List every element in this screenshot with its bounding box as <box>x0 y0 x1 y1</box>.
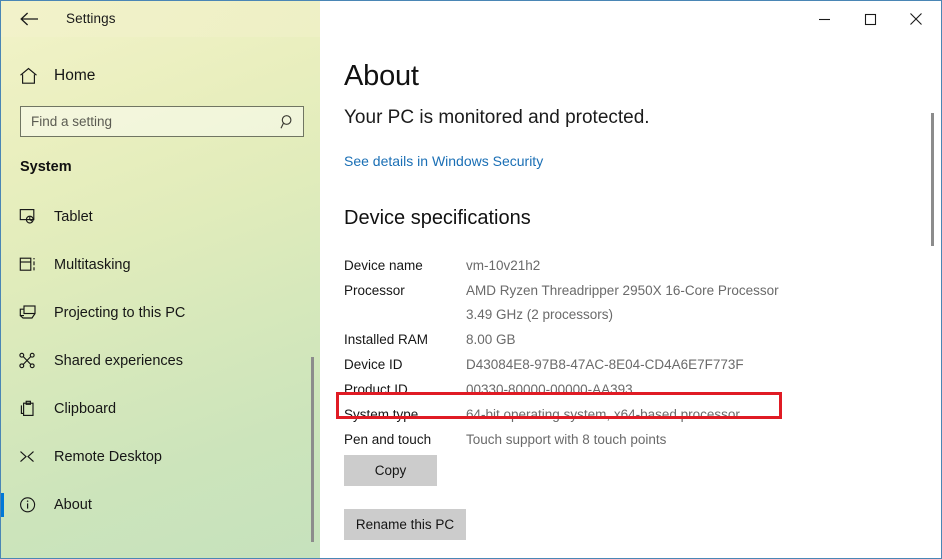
sidebar: Home System Tablet <box>1 37 320 558</box>
page-title: About <box>344 60 419 92</box>
table-row: Pen and touch Touch support with 8 touch… <box>344 427 864 452</box>
sidebar-item-projecting-to-this-pc[interactable]: Projecting to this PC <box>1 293 320 333</box>
device-specifications-table: Device name vm-10v21h2 Processor AMD Ryz… <box>344 253 864 452</box>
spec-key: Pen and touch <box>344 432 432 447</box>
sidebar-item-multitasking[interactable]: Multitasking <box>1 245 320 285</box>
selection-indicator <box>1 493 4 517</box>
clipboard-icon <box>19 400 49 418</box>
close-button[interactable] <box>893 1 939 37</box>
back-button[interactable] <box>9 1 49 37</box>
sidebar-group-heading: System <box>20 159 72 175</box>
main-content: About Your PC is monitored and protected… <box>320 37 941 558</box>
sidebar-item-clipboard[interactable]: Clipboard <box>1 389 320 429</box>
sidebar-item-label: Remote Desktop <box>54 449 162 465</box>
spec-value: D43084E8-97B8-47AC-8E04-CD4A6E7F773F <box>466 357 744 372</box>
multitasking-icon <box>19 256 49 274</box>
device-specifications-heading: Device specifications <box>344 207 531 229</box>
sidebar-item-remote-desktop[interactable]: Remote Desktop <box>1 437 320 477</box>
projecting-icon <box>19 304 49 322</box>
back-arrow-icon <box>19 12 39 26</box>
table-row: Device ID D43084E8-97B8-47AC-8E04-CD4A6E… <box>344 352 864 377</box>
search-box[interactable] <box>20 106 304 137</box>
spec-value: vm-10v21h2 <box>466 258 541 273</box>
sidebar-item-about[interactable]: About <box>1 485 320 525</box>
sidebar-item-label: Tablet <box>54 209 93 225</box>
table-row: Installed RAM 8.00 GB <box>344 327 864 352</box>
spec-key: Device name <box>344 258 423 273</box>
spec-value: 64-bit operating system, x64-based proce… <box>466 407 740 422</box>
spec-key: Product ID <box>344 382 408 397</box>
spec-value: Touch support with 8 touch points <box>466 432 667 447</box>
content-scrollbar[interactable] <box>925 37 941 558</box>
sidebar-scrollbar-thumb[interactable] <box>311 357 314 542</box>
table-row: Product ID 00330-80000-00000-AA393 <box>344 377 864 402</box>
spec-key: System type <box>344 407 419 422</box>
content-scrollbar-thumb[interactable] <box>931 113 934 246</box>
search-input[interactable] <box>21 107 273 136</box>
table-row-system-type: System type 64-bit operating system, x64… <box>344 402 864 427</box>
sidebar-item-label: Projecting to this PC <box>54 305 186 321</box>
spec-value: 00330-80000-00000-AA393 <box>466 382 633 397</box>
tablet-icon <box>19 208 49 226</box>
sidebar-item-home[interactable]: Home <box>1 56 320 96</box>
maximize-icon <box>864 13 877 26</box>
remote-desktop-icon <box>19 448 49 466</box>
spec-value: AMD Ryzen Threadripper 2950X 16-Core Pro… <box>466 279 864 327</box>
windows-security-link[interactable]: See details in Windows Security <box>344 153 543 169</box>
sidebar-item-label: Shared experiences <box>54 353 183 369</box>
minimize-icon <box>818 13 831 26</box>
protection-status-text: Your PC is monitored and protected. <box>344 107 650 128</box>
copy-button[interactable]: Copy <box>344 455 437 486</box>
table-row: Device name vm-10v21h2 <box>344 253 864 278</box>
rename-this-pc-button[interactable]: Rename this PC <box>344 509 466 540</box>
spec-value-line1: AMD Ryzen Threadripper 2950X 16-Core Pro… <box>466 283 779 298</box>
spec-key: Processor <box>344 283 405 298</box>
home-icon <box>19 67 49 85</box>
spec-value-line2: 3.49 GHz (2 processors) <box>466 307 614 322</box>
spec-value: 8.00 GB <box>466 332 516 347</box>
settings-window: Settings Home Find a setting System Tabl… <box>0 0 942 559</box>
minimize-button[interactable] <box>801 1 847 37</box>
spec-key: Installed RAM <box>344 332 429 347</box>
sidebar-item-shared-experiences[interactable]: Shared experiences <box>1 341 320 381</box>
close-icon <box>909 12 923 26</box>
table-row: Processor AMD Ryzen Threadripper 2950X 1… <box>344 278 864 327</box>
app-title: Settings <box>66 11 116 26</box>
sidebar-item-label: Clipboard <box>54 401 117 417</box>
sidebar-item-label: About <box>54 497 92 513</box>
sidebar-scrollbar[interactable] <box>306 37 318 558</box>
sidebar-item-label: Multitasking <box>54 257 131 273</box>
maximize-button[interactable] <box>847 1 893 37</box>
search-icon[interactable] <box>273 107 303 136</box>
title-bar: Settings <box>1 1 941 37</box>
sidebar-item-label: Home <box>54 67 96 84</box>
shared-experiences-icon <box>19 352 49 370</box>
info-icon <box>19 496 49 514</box>
spec-key: Device ID <box>344 357 403 372</box>
sidebar-item-tablet[interactable]: Tablet <box>1 197 320 237</box>
